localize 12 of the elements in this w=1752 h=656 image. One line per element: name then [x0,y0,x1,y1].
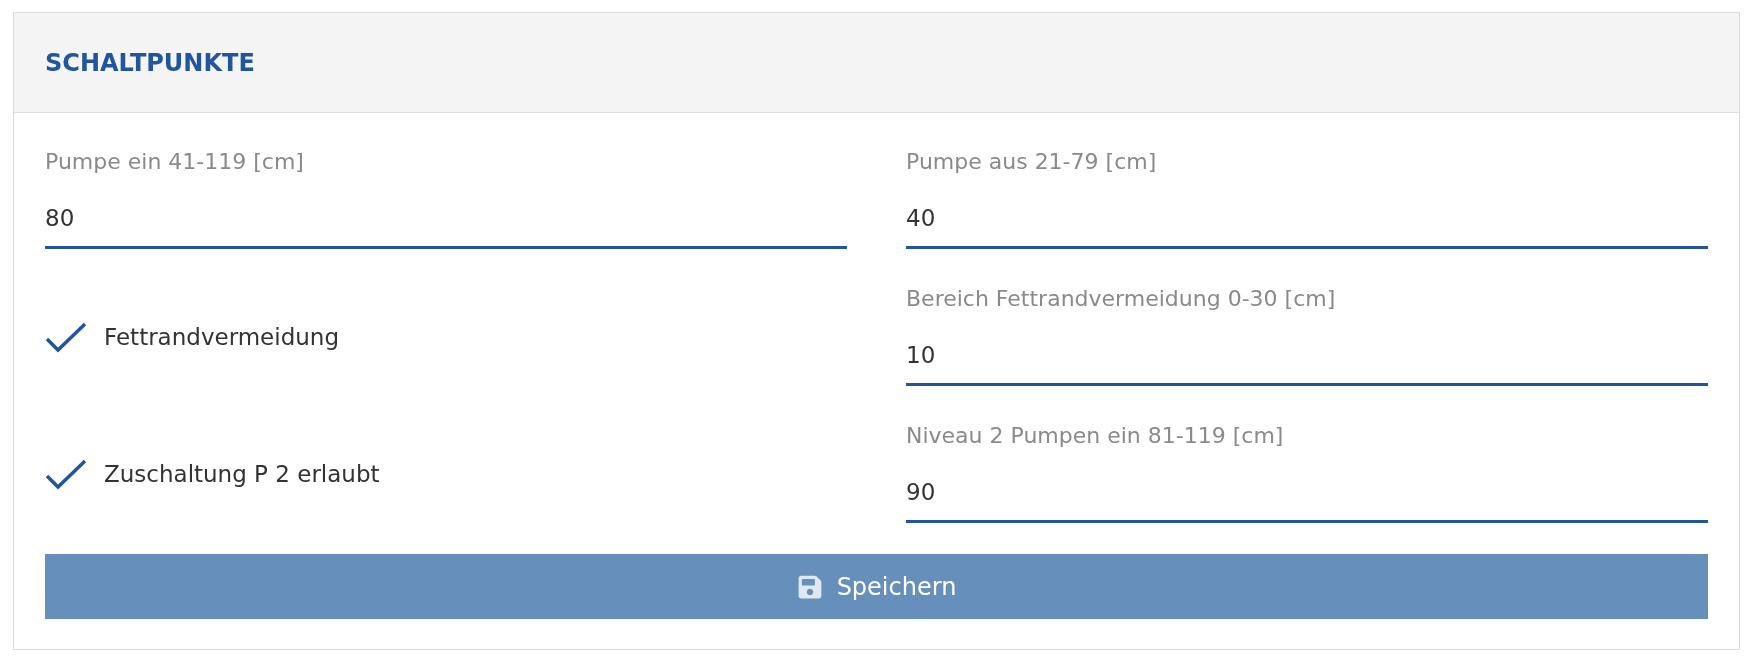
checkbox[interactable]: Fettrandvermeidung [45,320,339,353]
field-label: Pumpe ein 41-119 [cm] [45,150,304,174]
field-label: Niveau 2 Pumpen ein 81-119 [cm] [906,424,1284,448]
save-icon [796,573,823,600]
input-field[interactable]: 40 [906,174,1708,249]
panel-title: SCHALTPUNKTE [45,48,255,77]
field-label: Pumpe aus 21-79 [cm] [906,150,1157,174]
checkbox[interactable]: Zuschaltung P 2 erlaubt [45,457,380,490]
field-label: Bereich Fettrandvermeidung 0-30 [cm] [906,287,1336,311]
input-field[interactable]: 90 [906,448,1708,523]
input-field[interactable]: 10 [906,311,1708,386]
input-field[interactable]: 80 [45,174,847,249]
